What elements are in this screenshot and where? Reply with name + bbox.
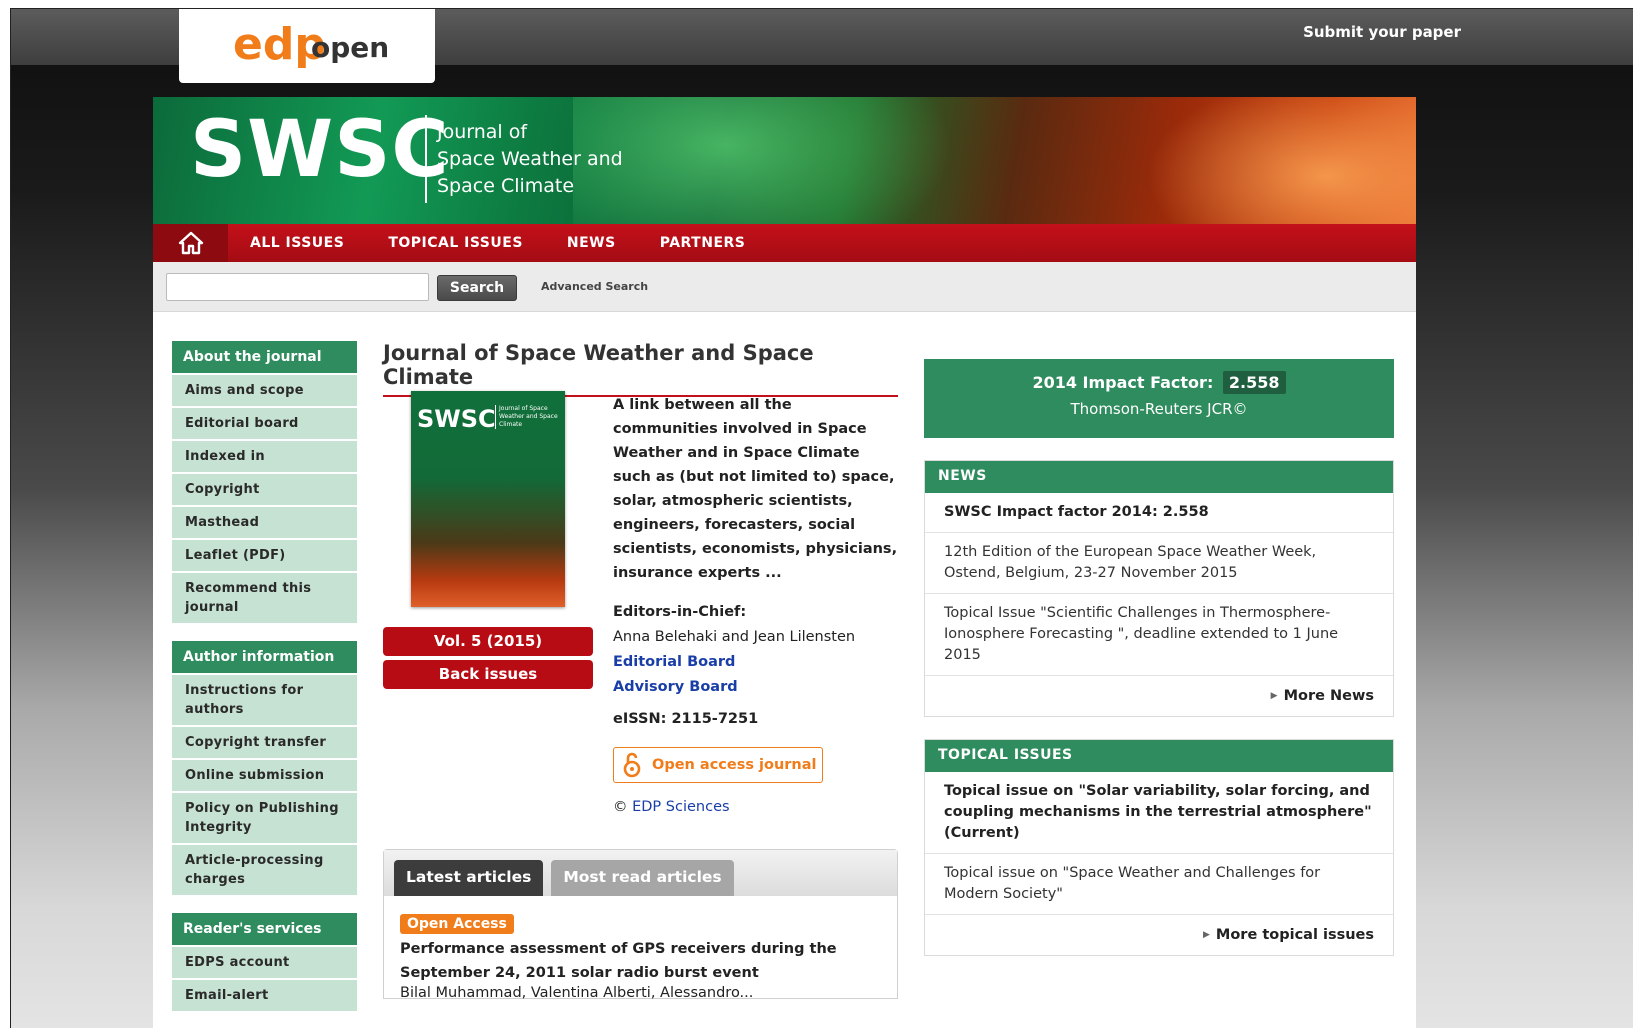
sidebar-item-publishing-integrity[interactable]: Policy on Publishing Integrity bbox=[172, 791, 357, 843]
copyright-symbol: © bbox=[613, 799, 628, 815]
sidebar-heading-about[interactable]: About the journal bbox=[172, 341, 357, 373]
submit-paper-link[interactable]: Submit your paper bbox=[1303, 23, 1461, 41]
browser-viewport: edp open Submit your paper SWSC Journal … bbox=[10, 8, 1633, 1028]
sidebar-item-copyright[interactable]: Copyright bbox=[172, 472, 357, 505]
more-topical-issues-label: More topical issues bbox=[1215, 927, 1374, 943]
editors-block: Editors-in-Chief: Anna Belehaki and Jean… bbox=[613, 600, 903, 700]
topical-issue-item[interactable]: Topical issue on "Solar variability, sol… bbox=[925, 772, 1393, 854]
open-access-badge: Open Access bbox=[400, 914, 514, 934]
topical-issues-box: TOPICAL ISSUES Topical issue on "Solar v… bbox=[924, 739, 1394, 956]
banner-subtitle-line: Space Climate bbox=[437, 175, 575, 197]
news-box: NEWS SWSC Impact factor 2014: 2.558 12th… bbox=[924, 460, 1394, 717]
advisory-board-link[interactable]: Advisory Board bbox=[613, 675, 903, 700]
edp-open-logo[interactable]: edp open bbox=[179, 9, 435, 83]
banner-subtitle: Journal of Space Weather and Space Clima… bbox=[437, 119, 677, 200]
sidebar-heading-readers-services[interactable]: Reader's services bbox=[172, 913, 357, 945]
open-access-journal-badge[interactable]: Open access journal bbox=[613, 747, 823, 783]
sidebar-item-aims-scope[interactable]: Aims and scope bbox=[172, 373, 357, 406]
banner-solar-flare-graphic bbox=[1146, 97, 1416, 224]
more-topical-issues-link[interactable]: ▶ More topical issues bbox=[925, 915, 1393, 955]
right-sidebar: 2014 Impact Factor: 2.558 Thomson-Reuter… bbox=[924, 359, 1394, 956]
sidebar-item-masthead[interactable]: Masthead bbox=[172, 505, 357, 538]
triangle-right-icon: ▶ bbox=[1270, 691, 1278, 701]
nav-all-issues[interactable]: ALL ISSUES bbox=[228, 224, 366, 262]
banner-subtitle-line: Journal of bbox=[437, 121, 528, 143]
home-button[interactable] bbox=[153, 224, 228, 262]
editors-names: Anna Belehaki and Jean Lilensten bbox=[613, 629, 856, 645]
journal-description: A link between all the communities invol… bbox=[613, 397, 898, 581]
impact-factor-box: 2014 Impact Factor: 2.558 Thomson-Reuter… bbox=[924, 359, 1394, 438]
editors-label: Editors-in-Chief: bbox=[613, 604, 747, 620]
nav-topical-issues[interactable]: TOPICAL ISSUES bbox=[366, 224, 545, 262]
search-button[interactable]: Search bbox=[437, 275, 517, 301]
cover-acronym: SWSC bbox=[417, 405, 496, 433]
search-bar: Search Advanced Search bbox=[153, 262, 1416, 312]
topical-issue-item[interactable]: Topical issue on "Space Weather and Chal… bbox=[925, 854, 1393, 915]
impact-factor-value: 2.558 bbox=[1222, 371, 1286, 394]
search-input[interactable] bbox=[166, 273, 429, 301]
sidebar-heading-author-info[interactable]: Author information bbox=[172, 641, 357, 673]
page-container: SWSC Journal of Space Weather and Space … bbox=[153, 97, 1416, 1028]
cover-subtitle: Journal of Space Weather and Space Clima… bbox=[495, 405, 559, 429]
back-issues-button[interactable]: Back issues bbox=[383, 660, 593, 689]
current-volume-button[interactable]: Vol. 5 (2015) bbox=[383, 627, 593, 656]
sidebar-item-recommend[interactable]: Recommend this journal bbox=[172, 571, 357, 623]
more-news-link[interactable]: ▶ More News bbox=[925, 676, 1393, 716]
topical-issues-heading: TOPICAL ISSUES bbox=[925, 740, 1393, 772]
article-title-link[interactable]: Performance assessment of GPS receivers … bbox=[400, 937, 840, 985]
publisher-line: © EDP Sciences bbox=[613, 799, 730, 815]
journal-cover-image[interactable]: SWSC Journal of Space Weather and Space … bbox=[411, 391, 565, 607]
banner-acronym: SWSC bbox=[190, 105, 450, 195]
sidebar-item-edps-account[interactable]: EDPS account bbox=[172, 945, 357, 978]
impact-factor-label: 2014 Impact Factor: bbox=[1032, 373, 1214, 392]
tab-latest-articles[interactable]: Latest articles bbox=[394, 860, 544, 896]
left-sidebar: About the journal Aims and scope Editori… bbox=[172, 341, 357, 1011]
publisher-link[interactable]: EDP Sciences bbox=[632, 799, 729, 815]
editorial-board-link[interactable]: Editorial Board bbox=[613, 650, 903, 675]
impact-factor-row: 2014 Impact Factor: 2.558 bbox=[924, 371, 1394, 394]
eissn: eISSN: 2115-7251 bbox=[613, 711, 759, 727]
sidebar-item-online-submission[interactable]: Online submission bbox=[172, 758, 357, 791]
edp-open-logo-icon: edp open bbox=[233, 19, 387, 70]
sidebar-item-email-alert[interactable]: Email-alert bbox=[172, 978, 357, 1011]
banner-divider bbox=[425, 115, 427, 203]
main-nav: ALL ISSUES TOPICAL ISSUES NEWS PARTNERS bbox=[153, 224, 1416, 262]
news-heading: NEWS bbox=[925, 461, 1393, 493]
news-item[interactable]: 12th Edition of the European Space Weath… bbox=[925, 533, 1393, 594]
news-item[interactable]: Topical Issue "Scientific Challenges in … bbox=[925, 594, 1393, 676]
sidebar-item-apc[interactable]: Article-processing charges bbox=[172, 843, 357, 895]
tab-most-read-articles[interactable]: Most read articles bbox=[551, 860, 734, 896]
triangle-right-icon: ▶ bbox=[1202, 930, 1210, 940]
news-item[interactable]: SWSC Impact factor 2014: 2.558 bbox=[925, 493, 1393, 533]
more-news-label: More News bbox=[1283, 688, 1374, 704]
sidebar-item-instructions[interactable]: Instructions for authors bbox=[172, 673, 357, 725]
advanced-search-link[interactable]: Advanced Search bbox=[541, 280, 648, 293]
nav-news[interactable]: NEWS bbox=[545, 224, 638, 262]
articles-panel: Latest articles Most read articles Open … bbox=[383, 849, 898, 1001]
sidebar-item-indexed-in[interactable]: Indexed in bbox=[172, 439, 357, 472]
svg-text:open: open bbox=[311, 31, 387, 64]
articles-tabs: Latest articles Most read articles bbox=[384, 850, 897, 896]
home-icon bbox=[178, 231, 203, 255]
article-authors: Bilal Muhammad, Valentina Alberti, Aless… bbox=[400, 985, 754, 1001]
main-content: Journal of Space Weather and Space Clima… bbox=[383, 341, 898, 1001]
sidebar-item-leaflet[interactable]: Leaflet (PDF) bbox=[172, 538, 357, 571]
open-access-label: Open access journal bbox=[652, 757, 817, 773]
open-access-lock-icon bbox=[623, 752, 641, 778]
nav-partners[interactable]: PARTNERS bbox=[638, 224, 768, 262]
sidebar-item-editorial-board[interactable]: Editorial board bbox=[172, 406, 357, 439]
journal-banner[interactable]: SWSC Journal of Space Weather and Space … bbox=[153, 97, 1416, 224]
impact-factor-source: Thomson-Reuters JCR© bbox=[1070, 400, 1248, 418]
banner-subtitle-line: Space Weather and bbox=[437, 148, 623, 170]
sidebar-item-copyright-transfer[interactable]: Copyright transfer bbox=[172, 725, 357, 758]
top-bar: edp open Submit your paper bbox=[11, 9, 1633, 83]
page-title: Journal of Space Weather and Space Clima… bbox=[383, 341, 898, 397]
